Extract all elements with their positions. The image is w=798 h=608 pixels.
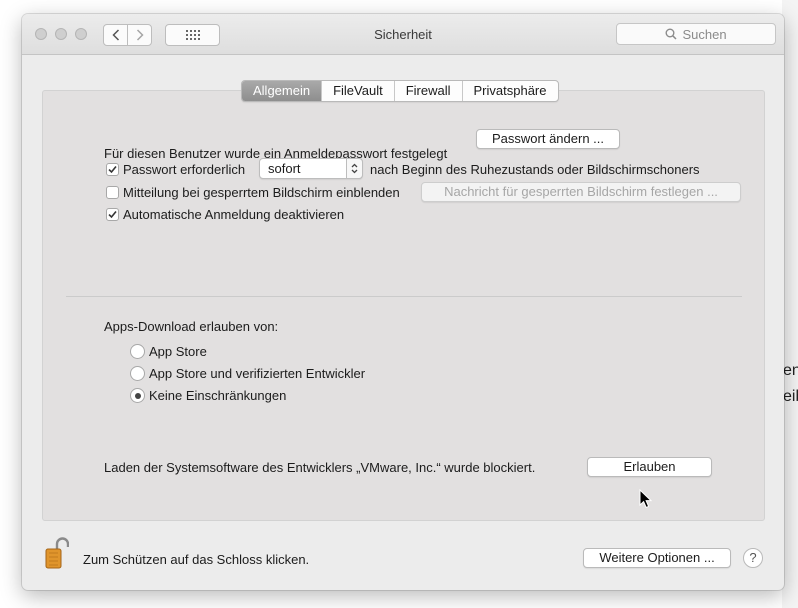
stepper-arrows-icon bbox=[346, 158, 363, 179]
require-password-checkbox[interactable] bbox=[106, 163, 119, 176]
radio-app-store[interactable] bbox=[130, 344, 145, 359]
tab-firewall[interactable]: Firewall bbox=[393, 81, 462, 101]
disable-autologin-label: Automatische Anmeldung deaktivieren bbox=[123, 207, 345, 222]
advanced-options-button[interactable]: Weitere Optionen ... bbox=[583, 548, 731, 568]
tab-filevault[interactable]: FileVault bbox=[321, 81, 394, 101]
search-placeholder: Suchen bbox=[682, 26, 727, 42]
desktop-background bbox=[782, 0, 798, 608]
desktop-text-fragment: eib bbox=[783, 388, 798, 405]
preferences-window: Sicherheit Suchen Allgemein FileVault Fi… bbox=[22, 14, 784, 590]
radio-selected-dot bbox=[134, 392, 141, 399]
tab-bar: Allgemein FileVault Firewall Privatsphär… bbox=[241, 80, 559, 102]
checkmark-icon bbox=[108, 165, 117, 174]
lock-open-icon[interactable] bbox=[45, 536, 69, 570]
lock-hint-text: Zum Schützen auf das Schloss klicken. bbox=[83, 552, 310, 567]
tab-privatsphaere[interactable]: Privatsphäre bbox=[461, 81, 558, 101]
require-password-suffix: nach Beginn des Ruhezustands oder Bildsc… bbox=[370, 162, 700, 177]
require-password-select[interactable]: sofort bbox=[259, 158, 363, 179]
tab-allgemein[interactable]: Allgemein bbox=[242, 81, 322, 101]
apps-download-label: Apps-Download erlauben von: bbox=[104, 319, 279, 334]
general-panel: Für diesen Benutzer wurde ein Anmeldepas… bbox=[42, 90, 765, 521]
search-field[interactable]: Suchen bbox=[616, 23, 776, 45]
require-password-value: sofort bbox=[268, 161, 301, 176]
lock-message-checkbox[interactable] bbox=[106, 186, 119, 199]
require-password-label: Passwort erforderlich bbox=[123, 162, 246, 177]
allow-button[interactable]: Erlauben bbox=[587, 457, 712, 477]
radio-app-store-verified[interactable] bbox=[130, 366, 145, 381]
blocked-software-text: Laden der Systemsoftware des Entwicklers… bbox=[104, 460, 536, 475]
radio-no-restrictions[interactable] bbox=[130, 388, 145, 403]
titlebar: Sicherheit Suchen bbox=[22, 14, 784, 55]
help-button[interactable]: ? bbox=[743, 548, 763, 568]
search-icon bbox=[665, 28, 677, 40]
cursor-icon bbox=[639, 489, 652, 509]
desktop-text-fragment: en bbox=[783, 362, 798, 379]
disable-autologin-checkbox[interactable] bbox=[106, 208, 119, 221]
radio-app-store-verified-label: App Store und verifizierten Entwickler bbox=[149, 366, 366, 381]
section-divider bbox=[66, 296, 742, 297]
change-password-button[interactable]: Passwort ändern ... bbox=[476, 129, 620, 149]
set-lock-message-button[interactable]: Nachricht für gesperrten Bildschirm fest… bbox=[421, 182, 741, 202]
radio-no-restrictions-label: Keine Einschränkungen bbox=[149, 388, 287, 403]
lock-message-label: Mitteilung bei gesperrtem Bildschirm ein… bbox=[123, 185, 400, 200]
radio-app-store-label: App Store bbox=[149, 344, 207, 359]
checkmark-icon bbox=[108, 210, 117, 219]
